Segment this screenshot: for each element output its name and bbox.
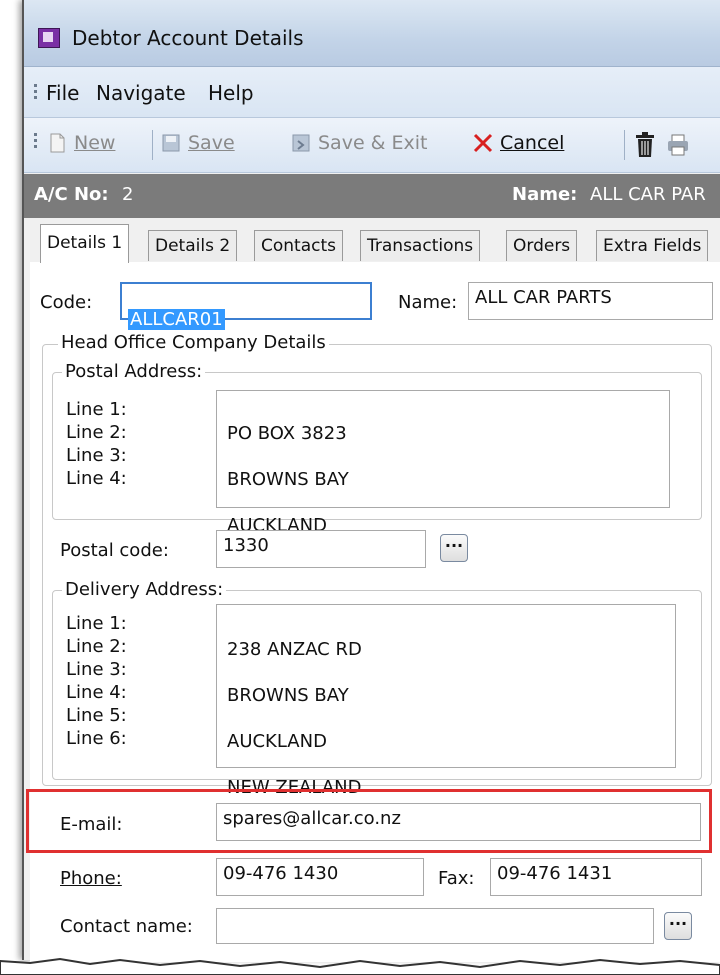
cancel-button[interactable]: Cancel xyxy=(472,132,564,154)
print-icon[interactable] xyxy=(666,133,690,157)
tab-transactions[interactable]: Transactions xyxy=(360,230,481,261)
cancel-x-icon xyxy=(473,133,493,153)
menu-navigate[interactable]: Navigate xyxy=(96,81,186,105)
title-bar: Debtor Account Details xyxy=(24,0,720,67)
postal-code-label: Postal code: xyxy=(60,540,169,561)
tab-extra-fields[interactable]: Extra Fields xyxy=(596,230,709,261)
account-name-label: Name: xyxy=(512,184,578,205)
postal-address-title: Postal Address: xyxy=(62,361,206,382)
delivery-line-6-label: Line 6: xyxy=(66,728,127,749)
name-input[interactable]: ALL CAR PARTS xyxy=(468,282,713,320)
name-label: Name: xyxy=(398,292,458,313)
code-value: ALLCAR01 xyxy=(128,309,225,330)
postal-line-1-label: Line 1: xyxy=(66,399,127,420)
delivery-line-1-label: Line 1: xyxy=(66,613,127,634)
postal-code-lookup-button[interactable]: ... xyxy=(440,534,468,562)
menubar-grip-icon[interactable] xyxy=(34,81,38,102)
delivery-line-2: BROWNS BAY xyxy=(227,685,349,706)
postal-line-1: PO BOX 3823 xyxy=(227,423,347,444)
save-button[interactable]: Save xyxy=(160,132,235,154)
phone-label: Phone: xyxy=(60,868,122,889)
delivery-line-4-label: Line 4: xyxy=(66,682,127,703)
delivery-line-3-label: Line 3: xyxy=(66,659,127,680)
account-name-value: ALL CAR PAR xyxy=(590,184,706,205)
toolbar: New Save Save & Exit Cancel xyxy=(24,118,720,173)
tab-contacts[interactable]: Contacts xyxy=(254,230,343,261)
app-icon xyxy=(38,28,60,48)
postal-line-2: BROWNS BAY xyxy=(227,469,349,490)
contact-lookup-button[interactable]: ... xyxy=(664,912,692,940)
tab-details-1[interactable]: Details 1 xyxy=(40,224,130,263)
postal-code-input[interactable]: 1330 xyxy=(216,530,426,568)
save-disk-icon xyxy=(162,134,180,152)
delivery-line-2-label: Line 2: xyxy=(66,636,127,657)
postal-address-textarea[interactable]: PO BOX 3823 BROWNS BAY AUCKLAND xyxy=(216,390,670,536)
torn-edge-decoration xyxy=(0,957,720,975)
delivery-address-title: Delivery Address: xyxy=(62,579,227,600)
postal-line-labels: Line 1: Line 2: Line 3: Line 4: xyxy=(66,398,127,490)
code-input[interactable]: ALLCAR01 xyxy=(120,282,372,330)
new-document-icon xyxy=(50,133,65,153)
menu-file[interactable]: File xyxy=(46,81,79,105)
head-office-title: Head Office Company Details xyxy=(58,332,329,353)
delivery-line-5-label: Line 5: xyxy=(66,705,127,726)
save-exit-icon xyxy=(292,134,310,152)
account-header-bar: A/C No: 2 Name: ALL CAR PAR xyxy=(24,174,720,218)
postal-line-3-label: Line 3: xyxy=(66,445,127,466)
code-label: Code: xyxy=(40,292,93,313)
email-highlight-box xyxy=(26,789,712,853)
new-label: New xyxy=(74,132,116,154)
delivery-address-textarea[interactable]: 238 ANZAC RD BROWNS BAY AUCKLAND NEW ZEA… xyxy=(216,604,676,798)
tab-details-2[interactable]: Details 2 xyxy=(148,230,238,261)
menu-bar: File Navigate Help xyxy=(24,67,720,118)
delivery-line-1: 238 ANZAC RD xyxy=(227,639,362,660)
save-label: Save xyxy=(188,132,235,154)
ac-no-value: 2 xyxy=(122,184,134,205)
contact-name-input[interactable] xyxy=(216,908,654,944)
ac-no-label: A/C No: xyxy=(34,184,109,205)
delivery-line-labels: Line 1: Line 2: Line 3: Line 4: Line 5: … xyxy=(66,612,127,750)
cancel-label: Cancel xyxy=(500,132,565,154)
postal-line-2-label: Line 2: xyxy=(66,422,127,443)
tab-strip: Details 1 Details 2 Contacts Transaction… xyxy=(24,222,720,263)
fax-input[interactable]: 09-476 1431 xyxy=(490,858,702,896)
fax-label: Fax: xyxy=(438,868,475,889)
contact-name-label: Contact name: xyxy=(60,916,193,937)
save-exit-button[interactable]: Save & Exit xyxy=(290,132,428,154)
toolbar-separator xyxy=(624,130,625,160)
delivery-line-3: AUCKLAND xyxy=(227,731,327,752)
toolbar-grip-icon[interactable] xyxy=(34,130,38,151)
delete-trash-icon[interactable] xyxy=(634,132,656,158)
save-exit-label: Save & Exit xyxy=(318,132,428,154)
toolbar-separator xyxy=(152,130,153,160)
new-button[interactable]: New xyxy=(46,132,115,154)
postal-line-4-label: Line 4: xyxy=(66,468,127,489)
menu-help[interactable]: Help xyxy=(208,81,254,105)
tab-orders[interactable]: Orders xyxy=(506,230,578,261)
window-title: Debtor Account Details xyxy=(72,26,304,50)
phone-input[interactable]: 09-476 1430 xyxy=(216,858,424,896)
